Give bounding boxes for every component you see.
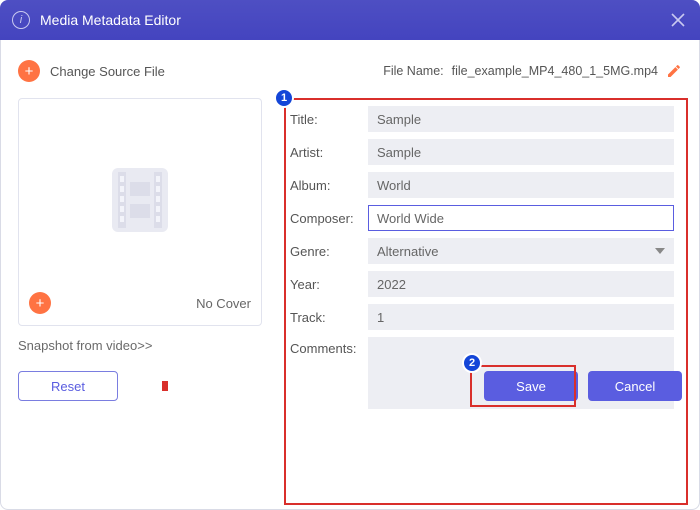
cover-bottom: + No Cover [29, 291, 251, 315]
chevron-down-icon [655, 248, 665, 254]
plus-icon: + [18, 60, 40, 82]
filename-value: file_example_MP4_480_1_5MG.mp4 [452, 64, 658, 78]
genre-select[interactable]: Alternative [368, 238, 674, 264]
window: i Media Metadata Editor + Change Source … [0, 0, 700, 510]
info-icon: i [12, 11, 30, 29]
label-title: Title: [290, 112, 368, 127]
label-genre: Genre: [290, 244, 368, 259]
footer: Reset 2 Save Cancel [18, 371, 682, 401]
composer-field[interactable] [368, 205, 674, 231]
change-source-label: Change Source File [50, 64, 165, 79]
content: + Change Source File File Name: file_exa… [0, 40, 700, 417]
row-track: Track: [290, 304, 674, 330]
cancel-button[interactable]: Cancel [588, 371, 682, 401]
artist-field[interactable] [368, 139, 674, 165]
label-artist: Artist: [290, 145, 368, 160]
top-row: + Change Source File File Name: file_exa… [18, 54, 682, 88]
window-title: Media Metadata Editor [40, 12, 668, 28]
row-album: Album: [290, 172, 674, 198]
label-year: Year: [290, 277, 368, 292]
annotation-badge-2: 2 [462, 353, 482, 373]
track-field[interactable] [368, 304, 674, 330]
main-area: + No Cover Snapshot from video>> 1 Title… [18, 98, 682, 417]
change-source-button[interactable]: + Change Source File [18, 60, 165, 82]
row-year: Year: [290, 271, 674, 297]
cover-placeholder [29, 109, 251, 291]
annotation-badge-1: 1 [274, 88, 294, 108]
filename-wrap: File Name: file_example_MP4_480_1_5MG.mp… [383, 63, 682, 79]
filename-label: File Name: [383, 64, 443, 78]
row-artist: Artist: [290, 139, 674, 165]
year-field[interactable] [368, 271, 674, 297]
genre-value: Alternative [377, 244, 438, 259]
title-field[interactable] [368, 106, 674, 132]
edit-filename-button[interactable] [666, 63, 682, 79]
film-icon [98, 158, 182, 242]
reset-button[interactable]: Reset [18, 371, 118, 401]
close-icon [671, 13, 685, 27]
close-button[interactable] [668, 10, 688, 30]
pencil-icon [666, 63, 682, 79]
no-cover-label: No Cover [196, 296, 251, 311]
album-field[interactable] [368, 172, 674, 198]
row-title: Title: [290, 106, 674, 132]
row-composer: Composer: [290, 205, 674, 231]
row-genre: Genre: Alternative [290, 238, 674, 264]
label-album: Album: [290, 178, 368, 193]
add-cover-button[interactable]: + [29, 292, 51, 314]
form-column: 1 Title: Artist: Album: Composer: [290, 98, 682, 417]
cover-box: + No Cover [18, 98, 262, 326]
titlebar: i Media Metadata Editor [0, 0, 700, 40]
label-composer: Composer: [290, 211, 368, 226]
snapshot-link[interactable]: Snapshot from video>> [18, 338, 262, 353]
save-button[interactable]: Save [484, 371, 578, 401]
cover-column: + No Cover Snapshot from video>> [18, 98, 262, 417]
label-track: Track: [290, 310, 368, 325]
annotation-mark [162, 381, 168, 391]
